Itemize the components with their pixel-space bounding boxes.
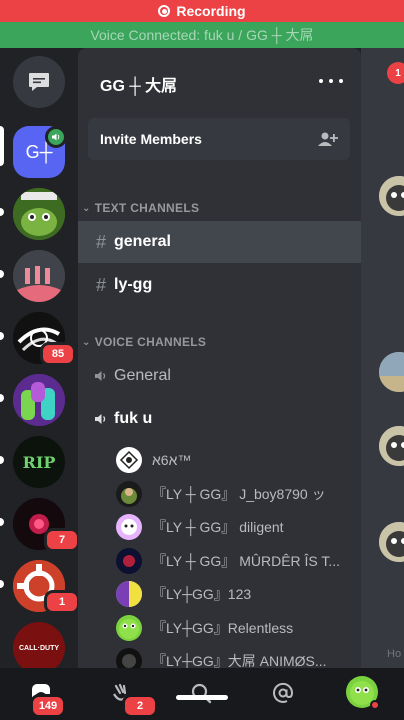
unread-indicator <box>0 456 4 464</box>
server-icon-figures[interactable] <box>13 250 65 302</box>
server-icon-rip[interactable]: RIP <box>13 436 65 488</box>
server-mention-badge: 85 <box>40 342 76 366</box>
avatar <box>116 447 142 473</box>
voice-user[interactable]: 『LY┼GG』123 <box>116 579 251 609</box>
app-root: Recording Voice Connected: fuk u / GG ┼ … <box>0 0 404 720</box>
avatar <box>116 615 142 641</box>
channel-name: General <box>114 367 171 384</box>
home-indicator[interactable] <box>176 695 228 700</box>
category-label: TEXT CHANNELS <box>94 201 200 215</box>
locked-text-channel-icon: # <box>95 274 106 295</box>
channel-general[interactable]: # general <box>78 221 361 263</box>
frog-meme-icon <box>13 188 65 240</box>
unread-indicator <box>0 332 4 340</box>
rip-text: RIP <box>22 452 56 472</box>
voice-user[interactable]: 『LY ┼ GG』 diligent <box>116 512 284 542</box>
voice-user[interactable]: 『LY ┼ GG』 MÛRDÊR ÎS T... <box>116 546 340 576</box>
avatar <box>116 648 142 668</box>
invite-members-label: Invite Members <box>100 131 202 147</box>
figures-icon <box>13 250 65 302</box>
speaker-icon <box>52 133 60 141</box>
voice-active-indicator <box>45 126 67 148</box>
server-name[interactable]: GG ┼ 大屌 <box>100 72 177 96</box>
voice-user[interactable]: 『LY┼GG』大屌 ANIMØS... <box>116 646 327 668</box>
avatar <box>116 481 142 507</box>
voice-user-name: 『LY ┼ GG』 MÛRDÊR ÎS T... <box>152 553 341 569</box>
unread-indicator <box>0 394 4 402</box>
voice-user-name: 『LY┼GG』Relentless <box>152 620 294 636</box>
voice-channel-general[interactable]: General <box>78 355 361 397</box>
category-label: VOICE CHANNELS <box>94 335 207 349</box>
at-sign-icon <box>273 682 294 703</box>
dnd-status-indicator <box>370 700 380 710</box>
friends-badge: 2 <box>122 694 158 718</box>
voice-channel-fuk-u[interactable]: fuk u <box>78 398 361 440</box>
chevron-down-icon: ⌄ <box>82 202 91 214</box>
unread-indicator <box>0 580 4 588</box>
dot-icon <box>319 79 323 83</box>
characters-icon <box>13 374 65 426</box>
voice-user-name: 『LY ┼ GG』 diligent <box>152 519 284 535</box>
voice-user-name: 『LY┼GG』123 <box>152 586 252 602</box>
direct-messages-button[interactable] <box>13 56 65 108</box>
speaker-icon <box>95 414 106 424</box>
recording-label: Recording <box>176 3 246 19</box>
selected-server-indicator <box>0 126 4 166</box>
unread-indicator <box>0 208 4 216</box>
unread-indicator <box>0 270 4 278</box>
server-mention-badge: 1 <box>44 590 80 614</box>
record-icon <box>158 5 171 17</box>
voice-user-name: 『LY ┼ GG』 J_boy8790 ッ <box>152 486 326 502</box>
home-badge: 149 <box>30 694 66 718</box>
avatar <box>379 426 404 466</box>
channel-ly-gg[interactable]: # ly-gg <box>78 264 361 306</box>
search-tab[interactable] <box>186 678 216 708</box>
server-mention-badge: 7 <box>44 528 80 552</box>
avatar <box>379 352 404 392</box>
speaker-icon <box>95 371 106 381</box>
category-voice-channels[interactable]: ⌄ VOICE CHANNELS <box>82 335 206 349</box>
bottom-navigation: 149 2 <box>0 668 404 720</box>
avatar <box>116 548 142 574</box>
guild-rail: G┼ 85 RIP 7 1 CALL·DUTY <box>0 48 80 674</box>
voice-user[interactable]: 『LY┼GG』Relentless <box>116 613 293 643</box>
voice-user-name: 『LY┼GG』大屌 ANIMØS... <box>152 653 327 668</box>
avatar <box>116 581 142 607</box>
channel-name: ly-gg <box>114 276 153 293</box>
dot-icon <box>329 79 333 83</box>
voice-user[interactable]: א6א™ <box>116 445 191 475</box>
avatar <box>116 514 142 540</box>
search-icon <box>191 683 212 704</box>
recording-banner[interactable]: Recording <box>0 0 404 22</box>
message-preview: Ho <box>387 648 402 660</box>
text-channel-icon: # <box>95 231 106 252</box>
chat-peek[interactable]: 1 Ho <box>361 48 404 668</box>
server-icon-frog[interactable] <box>13 188 65 240</box>
voice-connected-banner[interactable]: Voice Connected: fuk u / GG ┼ 大屌 <box>0 22 404 48</box>
voice-connected-label: Voice Connected: fuk u / GG ┼ 大屌 <box>90 27 314 43</box>
avatar <box>379 176 404 216</box>
voice-user-name: א6א™ <box>152 452 192 468</box>
unread-badge: 1 <box>387 62 404 84</box>
channel-name: fuk u <box>114 410 153 427</box>
add-user-icon <box>318 132 338 146</box>
codm-text: CALL·DUTY <box>18 644 60 652</box>
chat-bubble-icon <box>29 73 49 91</box>
invite-members-button[interactable]: Invite Members <box>88 118 350 160</box>
dot-icon <box>339 79 343 83</box>
voice-user[interactable]: 『LY ┼ GG』 J_boy8790 ッ <box>116 479 326 509</box>
chevron-down-icon: ⌄ <box>82 336 91 348</box>
category-text-channels[interactable]: ⌄ TEXT CHANNELS <box>82 201 199 215</box>
channel-panel: GG ┼ 大屌 Invite Members ⌄ TEXT CHANNELS #… <box>78 48 361 668</box>
server-options-button[interactable] <box>319 74 343 88</box>
server-icon-codm[interactable]: CALL·DUTY <box>13 622 65 674</box>
avatar <box>379 522 404 562</box>
unread-indicator <box>0 518 4 526</box>
channel-name: general <box>114 233 171 250</box>
mentions-tab[interactable] <box>268 678 298 708</box>
server-icon-characters[interactable] <box>13 374 65 426</box>
